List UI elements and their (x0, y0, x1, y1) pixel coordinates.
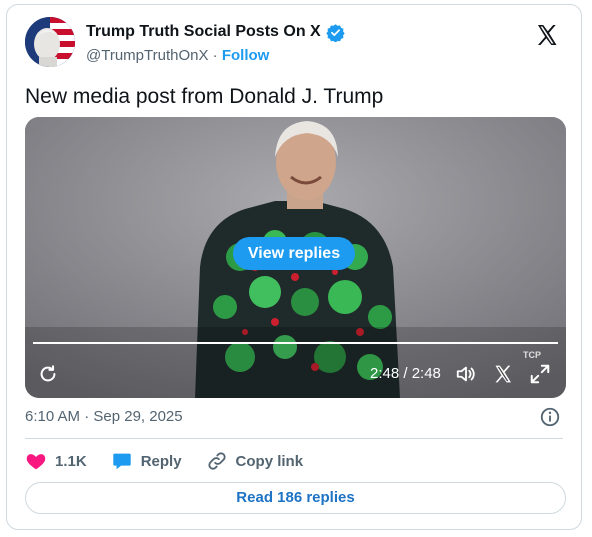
x-logo-icon[interactable] (535, 23, 559, 47)
x-share-icon[interactable] (493, 364, 513, 384)
copy-link-button[interactable]: Copy link (206, 450, 304, 472)
handle-separator: · (212, 47, 218, 64)
video-player[interactable]: View replies 2:48 / 2:48 TCP (25, 117, 566, 398)
tweet-card: Trump Truth Social Posts On X @TrumpTrut… (6, 4, 582, 530)
author-name[interactable]: Trump Truth Social Posts On X (86, 22, 321, 42)
divider (25, 438, 563, 439)
reply-bubble-icon (112, 453, 131, 470)
progress-bar[interactable] (33, 342, 558, 344)
avatar[interactable] (25, 17, 75, 67)
reply-label: Reply (140, 452, 182, 470)
verified-badge-icon (326, 23, 345, 42)
like-button[interactable]: 1.1K (25, 450, 87, 472)
copy-link-label: Copy link (235, 452, 304, 470)
reply-button[interactable]: Reply (111, 450, 182, 472)
expand-icon[interactable] (529, 363, 551, 385)
link-icon (207, 452, 226, 470)
watermark: TCP (523, 350, 541, 360)
like-count: 1.1K (55, 452, 87, 470)
tweet-timestamp[interactable]: 6:10 AM · Sep 29, 2025 (25, 408, 183, 425)
view-replies-button[interactable]: View replies (233, 237, 355, 270)
read-replies-button[interactable]: Read 186 replies (25, 482, 566, 514)
follow-link[interactable]: Follow (222, 47, 270, 64)
author-block: Trump Truth Social Posts On X @TrumpTrut… (86, 22, 345, 66)
avatar-image (25, 17, 75, 67)
action-bar: 1.1K Reply Copy link (25, 450, 327, 472)
video-time: 2:48 / 2:48 (370, 365, 441, 382)
tweet-text: New media post from Donald J. Trump (25, 85, 384, 108)
heart-icon (26, 454, 46, 470)
info-icon[interactable] (539, 406, 561, 428)
volume-icon[interactable] (455, 363, 477, 385)
replay-icon[interactable] (37, 363, 59, 385)
author-handle[interactable]: @TrumpTruthOnX (86, 47, 208, 64)
